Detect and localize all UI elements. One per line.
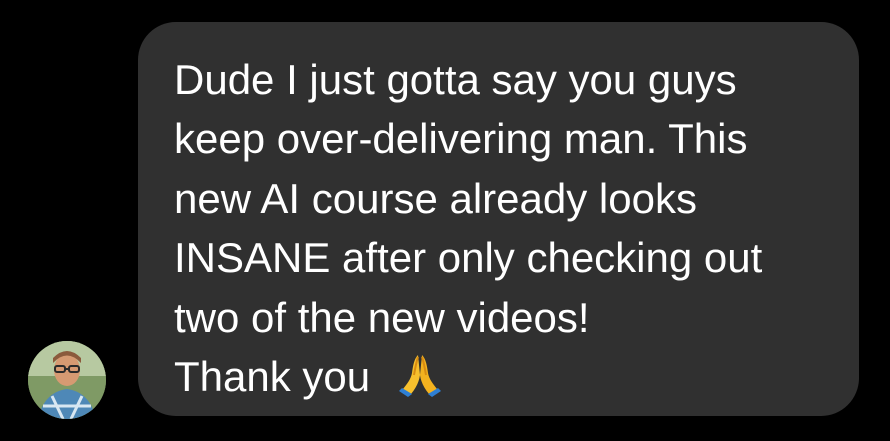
sender-avatar[interactable] <box>28 341 106 419</box>
message-line-5: two of the new videos! <box>174 293 590 341</box>
message-line-6: Thank you <box>174 347 829 406</box>
chat-message-row: Dude I just gotta say you guys keep over… <box>0 0 890 441</box>
message-bubble[interactable]: Dude I just gotta say you guys keep over… <box>138 22 859 416</box>
avatar-photo <box>28 341 106 419</box>
folded-hands-icon <box>396 351 444 398</box>
message-line-4: INSANE after only checking out <box>174 234 763 282</box>
message-line-1: Dude I just gotta say you guys <box>174 56 737 103</box>
message-line-2: keep over-delivering man. This <box>174 115 748 163</box>
message-line-3: new AI course already looks <box>174 174 697 222</box>
thank-you-text: Thank you <box>174 353 371 401</box>
